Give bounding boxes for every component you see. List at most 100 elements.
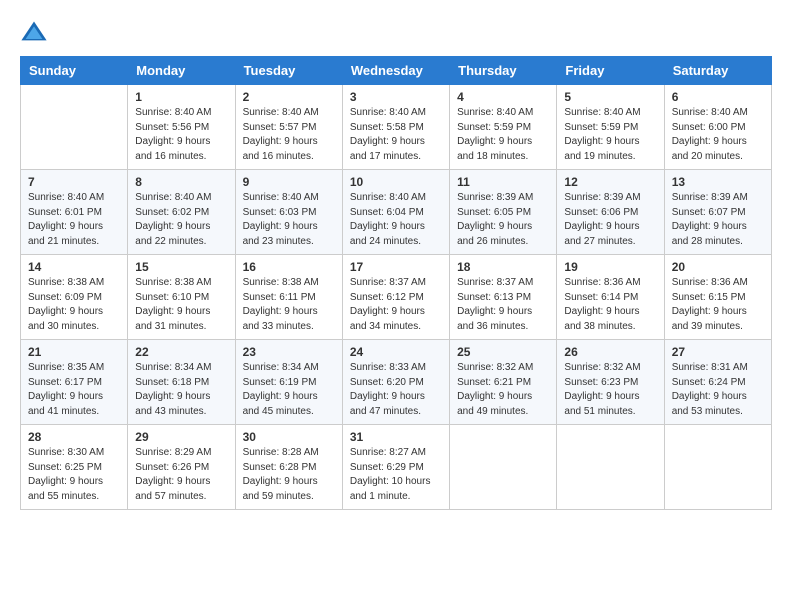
day-content: Sunrise: 8:31 AM Sunset: 6:24 PM Dayligh… [672,361,764,419]
calendar-cell: 9 Sunrise: 8:40 AM Sunset: 6:03 PM Daylig… [235,170,342,255]
day-number: 14 [28,260,120,274]
calendar-cell: 14Sunrise: 8:38 AM Sunset: 6:09 PM Dayli… [21,255,128,340]
day-number: 13 [672,175,764,189]
calendar-cell: 2 Sunrise: 8:40 AM Sunset: 5:57 PM Daylig… [235,85,342,170]
calendar-cell: 31Sunrise: 8:27 AM Sunset: 6:29 PM Dayli… [342,425,449,510]
day-content: Sunrise: 8:32 AM Sunset: 6:23 PM Dayligh… [564,361,656,419]
day-number: 25 [457,345,549,359]
day-content: Sunrise: 8:39 AM Sunset: 6:07 PM Dayligh… [672,191,764,249]
day-content: Sunrise: 8:40 AM Sunset: 5:56 PM Dayligh… [135,106,227,164]
calendar-cell: 15 Sunrise: 8:38 AM Sunset: 6:10 PM Dayli… [128,255,235,340]
day-number: 9 [243,175,335,189]
calendar-cell [664,425,771,510]
day-number: 17 [350,260,442,274]
calendar-cell: 19 Sunrise: 8:36 AM Sunset: 6:14 PM Dayli… [557,255,664,340]
day-number: 27 [672,345,764,359]
day-number: 12 [564,175,656,189]
header [20,18,772,46]
week-row-4: 21 Sunrise: 8:35 AM Sunset: 6:17 PM Dayli… [21,340,772,425]
calendar-cell: 26Sunrise: 8:32 AM Sunset: 6:23 PM Dayli… [557,340,664,425]
calendar-cell: 6 Sunrise: 8:40 AM Sunset: 6:00 PM Daylig… [664,85,771,170]
day-content: Sunrise: 8:36 AM Sunset: 6:14 PM Dayligh… [564,276,656,334]
logo [20,18,52,46]
col-header-monday: Monday [128,57,235,85]
day-number: 8 [135,175,227,189]
week-row-3: 14Sunrise: 8:38 AM Sunset: 6:09 PM Dayli… [21,255,772,340]
day-content: Sunrise: 8:40 AM Sunset: 6:01 PM Dayligh… [28,191,120,249]
calendar-cell: 20 Sunrise: 8:36 AM Sunset: 6:15 PM Dayli… [664,255,771,340]
calendar-cell: 30 Sunrise: 8:28 AM Sunset: 6:28 PM Dayli… [235,425,342,510]
day-content: Sunrise: 8:40 AM Sunset: 5:57 PM Dayligh… [243,106,335,164]
col-header-saturday: Saturday [664,57,771,85]
day-content: Sunrise: 8:38 AM Sunset: 6:11 PM Dayligh… [243,276,335,334]
calendar-cell: 3 Sunrise: 8:40 AM Sunset: 5:58 PM Daylig… [342,85,449,170]
calendar-cell: 29Sunrise: 8:29 AM Sunset: 6:26 PM Dayli… [128,425,235,510]
day-number: 3 [350,90,442,104]
day-number: 11 [457,175,549,189]
calendar-cell: 27 Sunrise: 8:31 AM Sunset: 6:24 PM Dayli… [664,340,771,425]
header-row: SundayMondayTuesdayWednesdayThursdayFrid… [21,57,772,85]
calendar-cell: 17Sunrise: 8:37 AM Sunset: 6:12 PM Dayli… [342,255,449,340]
day-number: 6 [672,90,764,104]
week-row-1: 1Sunrise: 8:40 AM Sunset: 5:56 PM Daylig… [21,85,772,170]
day-content: Sunrise: 8:40 AM Sunset: 6:04 PM Dayligh… [350,191,442,249]
day-content: Sunrise: 8:37 AM Sunset: 6:13 PM Dayligh… [457,276,549,334]
day-number: 16 [243,260,335,274]
calendar-cell: 25 Sunrise: 8:32 AM Sunset: 6:21 PM Dayli… [450,340,557,425]
day-content: Sunrise: 8:33 AM Sunset: 6:20 PM Dayligh… [350,361,442,419]
calendar-cell: 4 Sunrise: 8:40 AM Sunset: 5:59 PM Daylig… [450,85,557,170]
day-number: 24 [350,345,442,359]
calendar-cell: 5 Sunrise: 8:40 AM Sunset: 5:59 PM Daylig… [557,85,664,170]
calendar-cell: 18 Sunrise: 8:37 AM Sunset: 6:13 PM Dayli… [450,255,557,340]
day-content: Sunrise: 8:38 AM Sunset: 6:10 PM Dayligh… [135,276,227,334]
col-header-wednesday: Wednesday [342,57,449,85]
calendar-cell: 16 Sunrise: 8:38 AM Sunset: 6:11 PM Dayli… [235,255,342,340]
logo-icon [20,18,48,46]
day-content: Sunrise: 8:35 AM Sunset: 6:17 PM Dayligh… [28,361,120,419]
day-content: Sunrise: 8:40 AM Sunset: 6:03 PM Dayligh… [243,191,335,249]
calendar-table: SundayMondayTuesdayWednesdayThursdayFrid… [20,56,772,510]
calendar-cell: 11 Sunrise: 8:39 AM Sunset: 6:05 PM Dayli… [450,170,557,255]
calendar-cell: 28Sunrise: 8:30 AM Sunset: 6:25 PM Dayli… [21,425,128,510]
day-number: 21 [28,345,120,359]
day-number: 23 [243,345,335,359]
day-content: Sunrise: 8:28 AM Sunset: 6:28 PM Dayligh… [243,446,335,504]
calendar-cell: 21 Sunrise: 8:35 AM Sunset: 6:17 PM Dayli… [21,340,128,425]
day-content: Sunrise: 8:40 AM Sunset: 5:58 PM Dayligh… [350,106,442,164]
day-number: 10 [350,175,442,189]
day-number: 5 [564,90,656,104]
day-number: 18 [457,260,549,274]
day-content: Sunrise: 8:40 AM Sunset: 6:02 PM Dayligh… [135,191,227,249]
day-content: Sunrise: 8:39 AM Sunset: 6:06 PM Dayligh… [564,191,656,249]
calendar-cell: 23Sunrise: 8:34 AM Sunset: 6:19 PM Dayli… [235,340,342,425]
calendar-cell [450,425,557,510]
day-content: Sunrise: 8:32 AM Sunset: 6:21 PM Dayligh… [457,361,549,419]
day-content: Sunrise: 8:40 AM Sunset: 6:00 PM Dayligh… [672,106,764,164]
calendar-cell: 10 Sunrise: 8:40 AM Sunset: 6:04 PM Dayli… [342,170,449,255]
day-content: Sunrise: 8:40 AM Sunset: 5:59 PM Dayligh… [457,106,549,164]
calendar-cell [21,85,128,170]
day-number: 28 [28,430,120,444]
calendar-cell: 12 Sunrise: 8:39 AM Sunset: 6:06 PM Dayli… [557,170,664,255]
calendar-cell [557,425,664,510]
day-number: 15 [135,260,227,274]
day-number: 22 [135,345,227,359]
calendar-cell: 7 Sunrise: 8:40 AM Sunset: 6:01 PM Daylig… [21,170,128,255]
day-number: 20 [672,260,764,274]
col-header-thursday: Thursday [450,57,557,85]
day-content: Sunrise: 8:40 AM Sunset: 5:59 PM Dayligh… [564,106,656,164]
day-number: 4 [457,90,549,104]
page: SundayMondayTuesdayWednesdayThursdayFrid… [0,0,792,612]
calendar-cell: 1Sunrise: 8:40 AM Sunset: 5:56 PM Daylig… [128,85,235,170]
day-content: Sunrise: 8:34 AM Sunset: 6:18 PM Dayligh… [135,361,227,419]
day-content: Sunrise: 8:39 AM Sunset: 6:05 PM Dayligh… [457,191,549,249]
calendar-cell: 24 Sunrise: 8:33 AM Sunset: 6:20 PM Dayli… [342,340,449,425]
day-number: 19 [564,260,656,274]
col-header-tuesday: Tuesday [235,57,342,85]
day-number: 2 [243,90,335,104]
week-row-2: 7 Sunrise: 8:40 AM Sunset: 6:01 PM Daylig… [21,170,772,255]
day-number: 7 [28,175,120,189]
day-content: Sunrise: 8:36 AM Sunset: 6:15 PM Dayligh… [672,276,764,334]
day-number: 31 [350,430,442,444]
day-number: 30 [243,430,335,444]
